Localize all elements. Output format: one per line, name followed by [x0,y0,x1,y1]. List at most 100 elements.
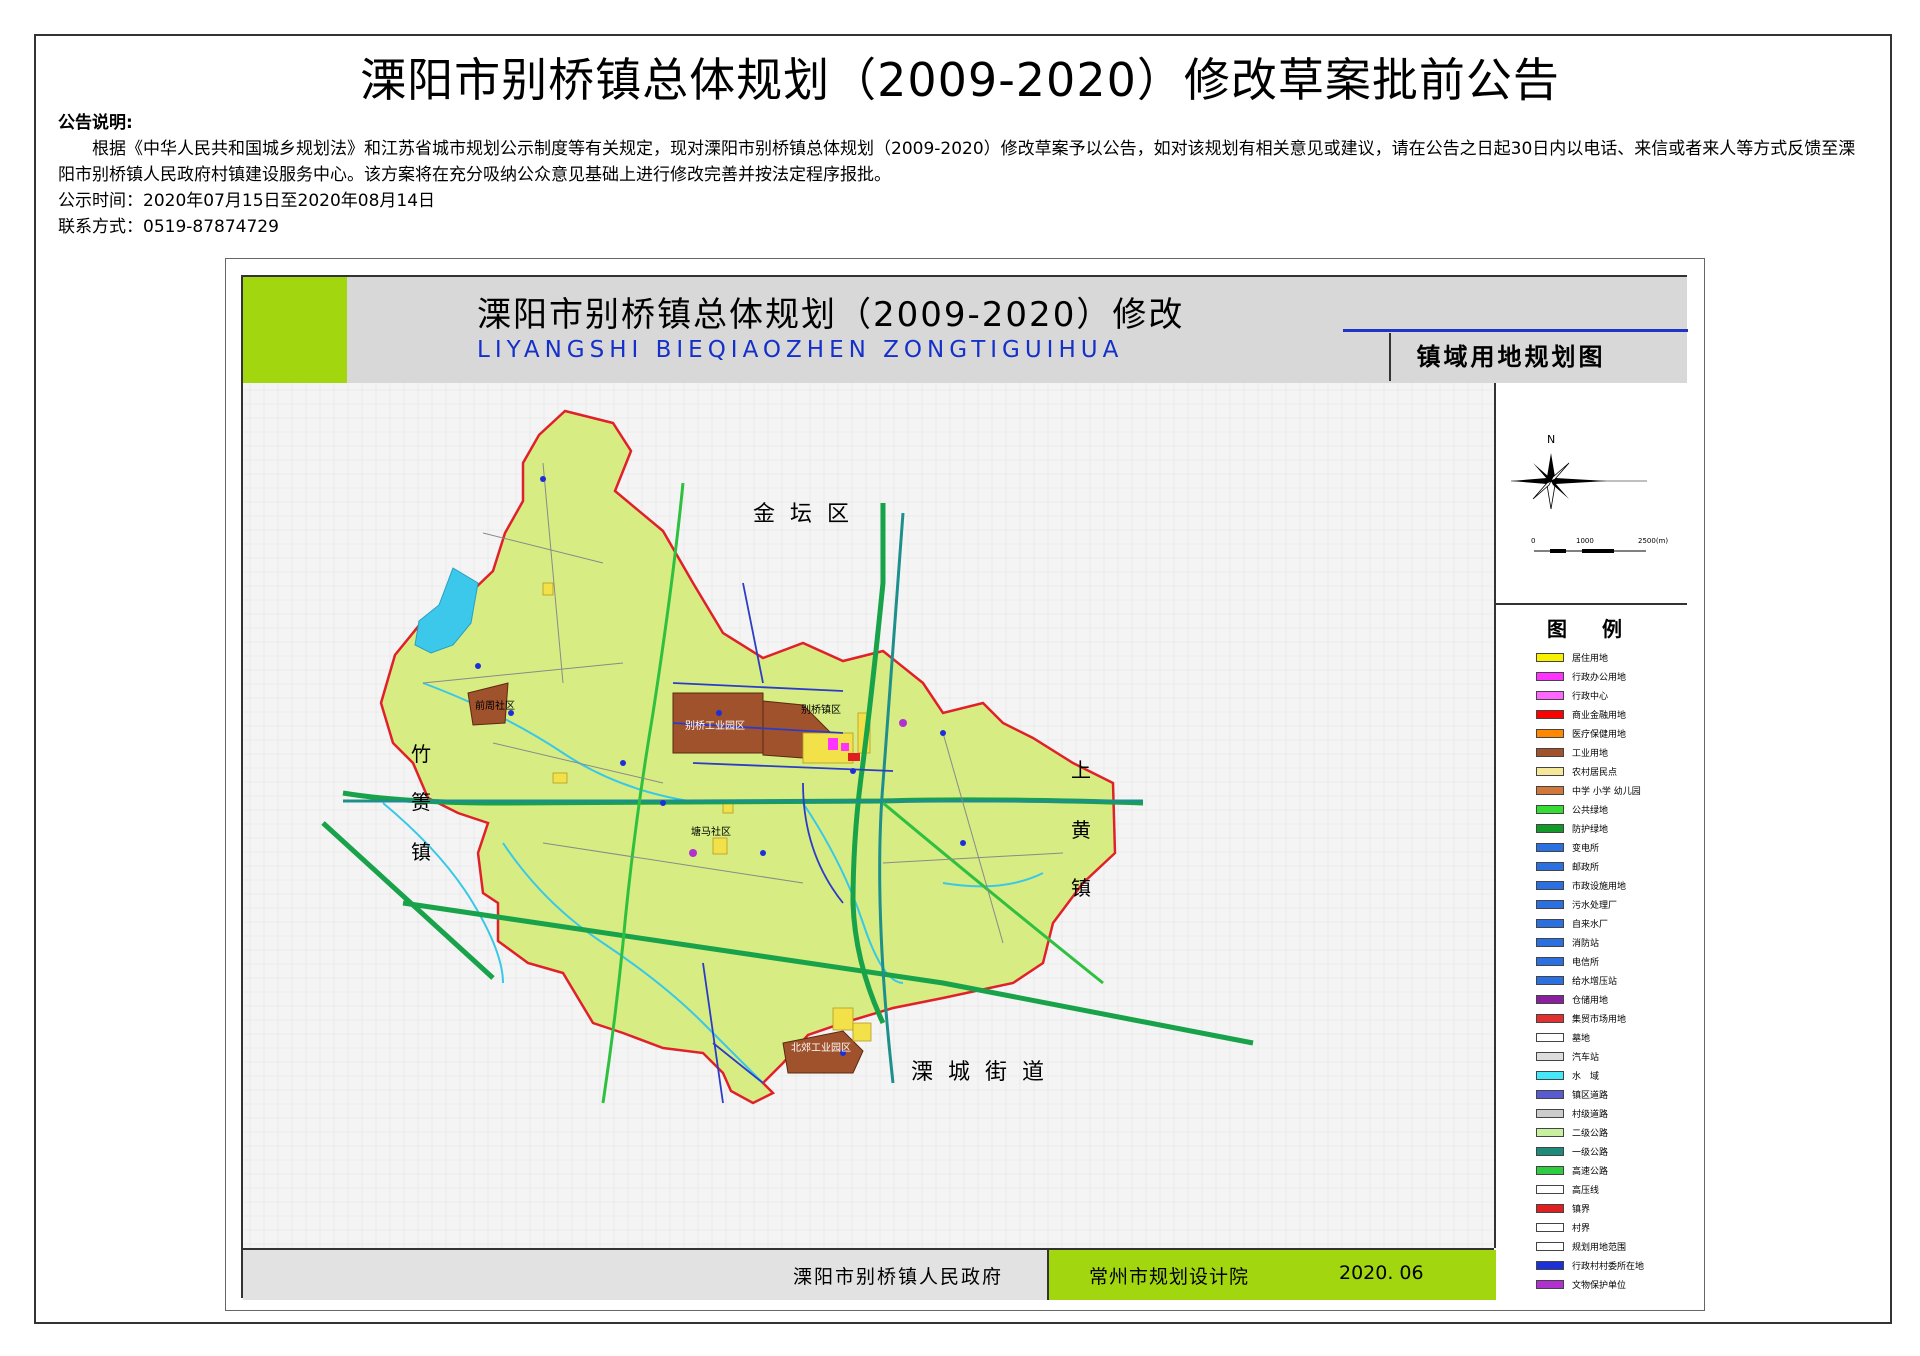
legend-item: 农村居民点 [1536,762,1687,781]
legend-label: 中学 小学 幼儿园 [1572,787,1641,797]
legend-swatch [1536,862,1564,871]
legend-item: 医疗保健用地 [1536,724,1687,743]
legend-item: 二级公路 [1536,1123,1687,1142]
legend-label: 居住用地 [1572,654,1609,664]
legend-swatch [1536,729,1564,738]
legend-label: 商业金融用地 [1572,711,1627,721]
legend-swatch [1536,786,1564,795]
legend-item: 行政办公用地 [1536,667,1687,686]
legend-item: 商业金融用地 [1536,705,1687,724]
legend-item: 公共绿地 [1536,800,1687,819]
label-zhuze-3: 镇 [411,840,431,864]
land-use-map: 金 坛 区 竹 箦 镇 上 黄 镇 溧 城 街 道 别桥工业园区 别桥镇区 北郊… [243,383,1496,1248]
legend-item: 高压线 [1536,1180,1687,1199]
scale-0: 0 [1531,537,1535,545]
legend: 图 例 居住用地 行政办公用地 行政中心 商业金融用地 医疗保健用地 工业用地 农村居民点中… [1496,605,1687,1298]
legend-item: 邮政所 [1536,857,1687,876]
legend-list: 居住用地 行政办公用地 行政中心 商业金融用地 医疗保健用地 工业用地 农村居民点 中学 小学… [1496,648,1687,1294]
footer-government: 溧阳市别桥镇人民政府 [793,1266,1004,1288]
legend-label: 行政办公用地 [1572,673,1627,683]
legend-label: 防护绿地 [1572,825,1609,835]
legend-label: 汽车站 [1572,1053,1600,1063]
compass-north-label: N [1547,433,1555,446]
label-jintan: 金 坛 区 [753,502,853,527]
legend-swatch [1536,1128,1564,1137]
map-svg: 金 坛 区 竹 箦 镇 上 黄 镇 溧 城 街 道 别桥工业园区 别桥镇区 北郊… [243,383,1494,1248]
legend-label: 市政设施用地 [1572,882,1627,892]
legend-swatch [1536,843,1564,852]
legend-item: 变电所 [1536,838,1687,857]
label-zhuze-1: 竹 [411,742,431,766]
title-rule [1343,329,1688,332]
legend-item: 行政村村委所在地 [1536,1256,1687,1275]
legend-swatch [1536,824,1564,833]
notice-label: 公告说明: [58,113,133,133]
legend-item: 文物保护单位 [1536,1275,1687,1294]
legend-swatch [1536,1071,1564,1080]
legend-item: 仓储用地 [1536,990,1687,1009]
compass-rose-icon [1511,453,1647,510]
map-sheet: 溧阳市别桥镇总体规划（2009-2020）修改 LIYANGSHI BIEQIA… [225,258,1705,1311]
legend-item: 村界 [1536,1218,1687,1237]
legend-item: 给水增压站 [1536,971,1687,990]
map-name: 镇域用地规划图 [1389,333,1631,381]
legend-item: 行政中心 [1536,686,1687,705]
legend-item: 居住用地 [1536,648,1687,667]
legend-item: 自来水厂 [1536,914,1687,933]
notice-contact: 联系方式：0519-87874729 [58,217,279,237]
legend-swatch [1536,767,1564,776]
legend-swatch [1536,1147,1564,1156]
legend-label: 文物保护单位 [1572,1281,1627,1291]
scale-1000: 1000 [1576,537,1594,545]
legend-label: 集贸市场用地 [1572,1015,1627,1025]
legend-swatch [1536,938,1564,947]
legend-label: 公共绿地 [1572,806,1609,816]
map-footer: 溧阳市别桥镇人民政府 常州市规划设计院 2020. 06 [243,1248,1496,1300]
legend-swatch [1536,805,1564,814]
legend-label: 水 域 [1572,1072,1600,1082]
legend-item: 水 域 [1536,1066,1687,1085]
legend-swatch [1536,1185,1564,1194]
legend-swatch [1536,1204,1564,1213]
label-tangma: 塘马社区 [691,825,731,838]
legend-label: 镇区道路 [1572,1091,1609,1101]
footer-date: 2020. 06 [1339,1262,1424,1284]
legend-swatch [1536,881,1564,890]
legend-label: 污水处理厂 [1572,901,1618,911]
title-accent [243,277,349,383]
legend-swatch [1536,1109,1564,1118]
legend-swatch [1536,1033,1564,1042]
scale-bar-segment [1582,549,1614,553]
legend-swatch [1536,1052,1564,1061]
label-shanghuang-2: 黄 [1071,818,1091,842]
legend-swatch [1536,957,1564,966]
footer-left: 溧阳市别桥镇人民政府 [243,1250,1047,1300]
legend-label: 高压线 [1572,1186,1600,1196]
legend-label: 行政中心 [1572,692,1609,702]
legend-item: 市政设施用地 [1536,876,1687,895]
legend-swatch [1536,1014,1564,1023]
legend-item: 镇界 [1536,1199,1687,1218]
commercial-land [848,753,860,761]
legend-item: 中学 小学 幼儿园 [1536,781,1687,800]
legend-item: 电信所 [1536,952,1687,971]
compass-panel: N 0 1000 2500(m) [1496,383,1687,605]
legend-label: 二级公路 [1572,1129,1609,1139]
legend-swatch [1536,1261,1564,1270]
legend-label: 村级道路 [1572,1110,1609,1120]
compass-svg: N 0 1000 2500(m) [1511,433,1668,553]
legend-item: 集贸市场用地 [1536,1009,1687,1028]
notice-period: 公示时间：2020年07月15日至2020年08月14日 [58,191,436,211]
scale-bar-segment [1550,549,1566,553]
legend-swatch [1536,653,1564,662]
legend-label: 村界 [1572,1224,1591,1234]
legend-label: 高速公路 [1572,1167,1609,1177]
legend-swatch [1536,1166,1564,1175]
notice-title: 溧阳市别桥镇总体规划（2009-2020）修改草案批前公告 [360,53,1560,107]
label-zhuze-2: 箦 [411,790,431,814]
legend-label: 消防站 [1572,939,1600,949]
legend-item: 村级道路 [1536,1104,1687,1123]
legend-label: 自来水厂 [1572,920,1609,930]
legend-swatch [1536,1223,1564,1232]
legend-swatch [1536,748,1564,757]
